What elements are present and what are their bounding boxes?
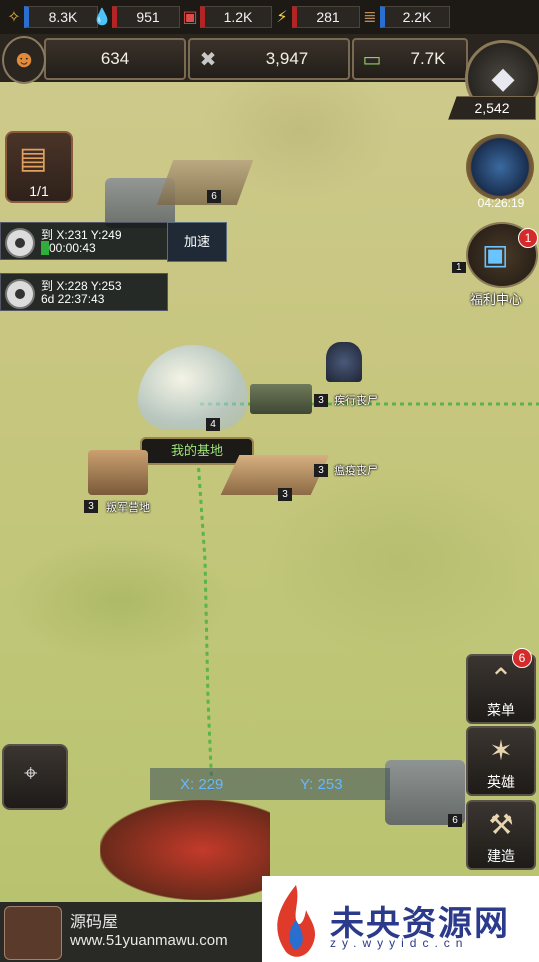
wheel-icon: [5, 228, 35, 258]
diamond-icon: ◆: [491, 61, 515, 95]
watermark-sub: zy.wyyidc.cn: [330, 936, 469, 950]
person-icon: ☻: [11, 46, 37, 73]
build-button[interactable]: ⚒ 建造: [466, 800, 536, 870]
cash-stat[interactable]: ▭ 7.7K: [352, 38, 468, 80]
building-ruins[interactable]: [156, 160, 254, 205]
building-level: 6: [448, 814, 462, 827]
cash-icon: ▭: [362, 48, 382, 71]
cowboy-avatar: [4, 906, 62, 960]
treasure-chest-icon: ▣: [482, 239, 509, 270]
hammer-icon: ⚒: [488, 809, 514, 840]
supply-icon: ▣: [182, 9, 198, 26]
welfare-badge: 1: [518, 228, 538, 248]
resource-energy[interactable]: ⚡ 281: [272, 6, 360, 28]
stats-bar: 634 ✖ 3,947 ▭ 7.7K: [0, 34, 539, 82]
world-map[interactable]: 6 4 我的基地 3 疾行丧尸 3 3 瘟疫丧尸 3 叛军营地 6: [0, 0, 539, 962]
zombie2-name: 瘟疫丧尸: [334, 465, 378, 477]
zombie1-level: 3: [314, 394, 328, 407]
energy-icon: ⚡: [276, 9, 288, 26]
zombie1-name: 疾行丧尸: [334, 395, 378, 407]
locate-button[interactable]: ⌖: [2, 744, 68, 810]
event-timer: 04:26:19: [477, 196, 525, 210]
zombie-truck[interactable]: [250, 384, 312, 414]
resource-water[interactable]: 💧 951: [92, 6, 180, 28]
camp-level: 3: [84, 500, 98, 513]
march-row[interactable]: 到 X:231 Y:249 00:00:43: [0, 222, 168, 260]
crossed-rifles-icon: ✖: [199, 48, 217, 71]
resource-bar: ✧ 8.3K 💧 951 ▣ 1.2K ⚡ 281 ≣ 2.2K: [0, 0, 539, 34]
resource-wood[interactable]: ≣ 2.2K: [360, 6, 450, 28]
flame-logo-icon: [277, 885, 316, 957]
base-level: 4: [206, 418, 220, 431]
wheel-icon: [5, 279, 35, 309]
welfare-label: 福利中心: [470, 292, 523, 307]
source-url[interactable]: www.51yuanmawu.com: [70, 932, 228, 949]
event-portal-button[interactable]: [466, 134, 534, 200]
camp-name: 叛军营地: [106, 502, 150, 514]
building-rebel-camp[interactable]: [88, 450, 148, 495]
wood-icon: ≣: [363, 9, 377, 26]
speedup-button[interactable]: 加速: [167, 222, 227, 262]
santa-sleigh[interactable]: [100, 800, 270, 900]
resource-food[interactable]: ✧ 8.3K: [4, 6, 98, 28]
gem-count: 2,542: [448, 96, 536, 120]
power-stat[interactable]: ✖ 3,947: [188, 38, 350, 80]
zombie-figure[interactable]: [326, 342, 362, 382]
march-row[interactable]: 到 X:228 Y:253 6d 22:37:43: [0, 273, 168, 311]
source-title: 源码屋: [70, 914, 119, 931]
truck-icon: ▤: [19, 142, 48, 175]
water-icon: 💧: [92, 9, 112, 26]
hero-button[interactable]: ✶ 英雄: [466, 726, 536, 796]
population-stat[interactable]: 634: [44, 38, 186, 80]
coordinate-bar[interactable]: X: 229 Y: 253: [150, 768, 390, 800]
player-avatar[interactable]: ☻: [2, 36, 46, 84]
building-level: 3: [278, 488, 292, 501]
resource-supply[interactable]: ▣ 1.2K: [180, 6, 272, 28]
coord-x: X: 229: [180, 776, 224, 793]
welfare-level: 1: [452, 262, 466, 273]
truck-button[interactable]: ▤ 1/1: [5, 131, 73, 203]
menu-badge: 6: [512, 648, 532, 668]
coord-y: Y: 253: [300, 776, 343, 793]
eagle-icon: ✶: [489, 735, 513, 766]
building-level: 6: [207, 190, 221, 203]
zombie2-level: 3: [314, 464, 328, 477]
food-icon: ✧: [7, 9, 21, 26]
location-pin-icon: ⌖: [24, 760, 38, 787]
